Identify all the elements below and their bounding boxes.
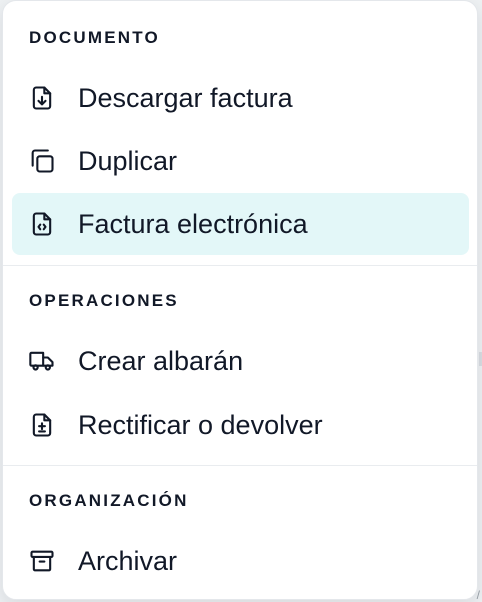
truck-icon <box>28 347 56 375</box>
section-divider <box>3 265 477 266</box>
menu-item-label: Duplicar <box>78 145 178 176</box>
actions-dropdown-menu: DOCUMENTO Descargar factura Duplicar Fac… <box>2 0 478 600</box>
section-header-documento: DOCUMENTO <box>29 28 160 47</box>
menu-item-duplicar[interactable]: Duplicar <box>12 130 469 192</box>
section-header-organizacion: ORGANIZACIÓN <box>29 491 189 510</box>
menu-item-label: Rectificar o devolver <box>78 409 323 440</box>
menu-item-descargar-factura[interactable]: Descargar factura <box>12 67 469 129</box>
menu-item-factura-electronica[interactable]: Factura electrónica <box>12 193 469 255</box>
menu-item-rectificar-o-devolver[interactable]: Rectificar o devolver <box>12 394 469 456</box>
menu-item-label: Crear albarán <box>78 345 244 376</box>
file-download-icon <box>28 84 56 112</box>
menu-item-label: Factura electrónica <box>78 208 308 239</box>
copy-icon <box>28 147 56 175</box>
file-plus-minus-icon <box>28 411 56 439</box>
file-code-icon <box>28 210 56 238</box>
archive-icon <box>28 547 56 575</box>
section-divider <box>3 465 477 466</box>
menu-item-crear-albaran[interactable]: Crear albarán <box>12 330 469 392</box>
menu-item-label: Descargar factura <box>78 82 293 113</box>
menu-item-archivar[interactable]: Archivar <box>12 530 469 592</box>
section-header-operaciones: OPERACIONES <box>29 291 179 310</box>
menu-item-label: Archivar <box>78 545 178 576</box>
